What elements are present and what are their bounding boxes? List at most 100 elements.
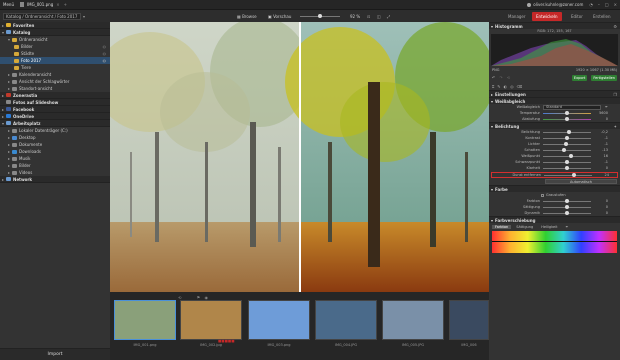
auto-icon[interactable]: ✦ <box>614 124 617 129</box>
checkbox[interactable] <box>541 193 544 197</box>
tab-develop[interactable]: Entwickeln <box>532 12 562 21</box>
section-zonerastia[interactable]: ▸ Zonerastia <box>0 92 110 99</box>
thumbnail-label: IMG_002.jpg <box>200 343 222 347</box>
tree-item-folder[interactable]: Städte ◍ <box>0 50 110 57</box>
tree-item-drive[interactable]: ▸ Videos <box>0 169 110 176</box>
zoom-slider[interactable] <box>300 14 340 18</box>
slider-dynamik[interactable]: Dynamik 0 <box>489 210 620 216</box>
tree-item-folder-selected[interactable]: Foto 2017 ◍ <box>0 57 110 64</box>
hue-wheel[interactable] <box>492 231 617 253</box>
network-icon <box>6 177 11 181</box>
section-color-shift[interactable]: ▾ Farbverschiebung <box>489 216 620 223</box>
tree-item-keywords[interactable]: ▸ Ansicht der Schlagwörter <box>0 78 110 85</box>
thumbnail[interactable] <box>382 300 444 340</box>
zoom-level[interactable]: 92 % <box>350 14 360 19</box>
tree-item-drive[interactable]: ▸ Lokaler Datenträger (C:) <box>0 127 110 134</box>
export-button[interactable]: Export <box>571 74 588 81</box>
tree-item-drive[interactable]: ▸ Desktop <box>0 134 110 141</box>
thumbnail-label: IMG_003.png <box>267 343 291 347</box>
bell-icon[interactable]: ◔ <box>589 2 593 7</box>
section-catalog[interactable]: ▾ Katalog <box>0 29 110 36</box>
fit-icon[interactable]: ⊡ <box>367 14 370 19</box>
section-slideshow[interactable]: Fotos auf Slideshow <box>0 99 110 106</box>
new-tab-icon[interactable]: + <box>64 2 67 7</box>
tree-item-kalender[interactable]: ▸ Kalenderansicht <box>0 71 110 78</box>
thumbnail-selected[interactable] <box>114 300 176 340</box>
gradient-icon[interactable]: ◐ <box>504 84 508 89</box>
section-network[interactable]: ▸ Network <box>0 176 110 183</box>
section-onedrive[interactable]: ▸ OneDrive <box>0 113 110 120</box>
section-exposure[interactable]: ▾ Belichtung ✦ <box>489 122 620 129</box>
thumbnail[interactable] <box>180 300 242 340</box>
close-window-icon[interactable]: × <box>614 2 617 7</box>
drive-icon <box>12 128 17 133</box>
image-viewer[interactable] <box>110 22 489 292</box>
thumbnail[interactable] <box>248 300 310 340</box>
section-white-balance[interactable]: ▾ Weißabgleich <box>489 97 620 104</box>
wb-preset-select[interactable]: Standard <box>543 104 601 110</box>
tree-item-folder[interactable]: Tiere <box>0 64 110 71</box>
tab-create[interactable]: Erstellen <box>589 12 615 21</box>
fullscreen-icon[interactable]: ⤢ <box>387 14 390 19</box>
slider-tint[interactable]: Abstufung 0 <box>489 116 620 122</box>
slider-klarheit[interactable]: Klarheit 0 <box>489 165 620 171</box>
section-facebook[interactable]: ▸ Facebook <box>0 106 110 113</box>
finish-button[interactable]: Fertigstellen <box>591 74 617 81</box>
tab-editor[interactable]: Editor <box>567 12 587 21</box>
split-divider[interactable] <box>299 22 301 292</box>
section-color[interactable]: ▾ Farbe <box>489 185 620 192</box>
user-avatar[interactable] <box>527 2 532 7</box>
tree-item-location[interactable]: ▸ Standort-ansicht <box>0 85 110 92</box>
user-email[interactable]: oliver.kuhnle@zoner.com <box>533 2 583 7</box>
section-settings[interactable]: ▸ Einstellungen ❐ <box>489 90 620 97</box>
thumbnail-label: IMG_004.JPG <box>334 343 358 347</box>
eyedropper-icon[interactable]: ✒ <box>566 225 569 229</box>
eraser-icon[interactable]: ⌫ <box>517 84 523 89</box>
section-arbeitsplatz[interactable]: ▾ Arbeitsplatz <box>0 120 110 127</box>
tree-item-drive[interactable]: ▸ Dokumente <box>0 141 110 148</box>
navigator-panel: ▸ Favoriten ▾ Katalog ▾ Ordneransicht Bilde… <box>0 22 110 360</box>
close-tab-icon[interactable]: × <box>56 2 59 7</box>
eyedropper-icon[interactable]: ✒ <box>605 105 608 109</box>
toolbar: Katalog / Ordneransicht / Foto 2017 ▾ ▦ … <box>0 10 620 22</box>
crop-icon[interactable]: ⌗ <box>492 84 494 89</box>
tree-item-drive[interactable]: ▸ Musik <box>0 155 110 162</box>
tag-icon <box>12 79 17 84</box>
maximize-icon[interactable]: □ <box>605 2 609 7</box>
catalog-icon <box>6 30 11 34</box>
tab-saturation[interactable]: Sättigung <box>513 225 536 229</box>
slider-dehaze[interactable]: Dunst entfernen 24 <box>491 172 618 178</box>
catalog-path-box[interactable]: Katalog / Ordneransicht / Foto 2017 <box>3 12 81 20</box>
folder-icon <box>14 44 19 49</box>
desktop-icon <box>12 135 17 140</box>
tab-manager[interactable]: Manager <box>504 12 530 21</box>
section-favorites[interactable]: ▸ Favoriten <box>0 22 110 29</box>
redo-icon[interactable]: ↷ <box>499 75 502 80</box>
tree-item-drive[interactable]: ▸ Downloads <box>0 148 110 155</box>
import-button[interactable]: Import <box>0 348 110 360</box>
hue-curve[interactable] <box>492 241 617 242</box>
undo-icon[interactable]: ↶ <box>492 75 495 80</box>
before-after-photo[interactable] <box>110 22 489 292</box>
tree-item-drive[interactable]: ▸ Bilder <box>0 162 110 169</box>
menu-button[interactable]: Menü <box>3 2 14 7</box>
auto-button[interactable]: Automatisch <box>545 179 617 184</box>
preview-button[interactable]: ▣ Vorschau <box>268 14 291 19</box>
chevron-down-icon[interactable]: ▾ <box>83 14 85 19</box>
tree-item-ordner[interactable]: ▾ Ordneransicht <box>0 36 110 43</box>
minimize-icon[interactable]: – <box>598 2 600 7</box>
copy-icon[interactable]: ❐ <box>613 92 617 97</box>
radial-icon[interactable]: ◎ <box>510 84 514 89</box>
thumbnail[interactable] <box>315 300 377 340</box>
thumbnail[interactable] <box>449 300 489 340</box>
settings-icon[interactable]: ⚙ <box>613 24 617 29</box>
brush-icon[interactable]: ✎ <box>497 84 500 89</box>
browse-button[interactable]: ▦ Browse <box>237 14 257 19</box>
compare-icon[interactable]: ◫ <box>377 14 381 19</box>
folder-icon <box>14 51 19 56</box>
tab-hue[interactable]: Farbton <box>492 224 512 229</box>
section-histogram[interactable]: ▾ Histogramm ⚙ <box>489 22 620 29</box>
reset-icon[interactable]: ⟲ <box>507 75 510 80</box>
tab-lightness[interactable]: Helligkeit <box>538 225 560 229</box>
tree-item-folder[interactable]: Bilder ◍ <box>0 43 110 50</box>
